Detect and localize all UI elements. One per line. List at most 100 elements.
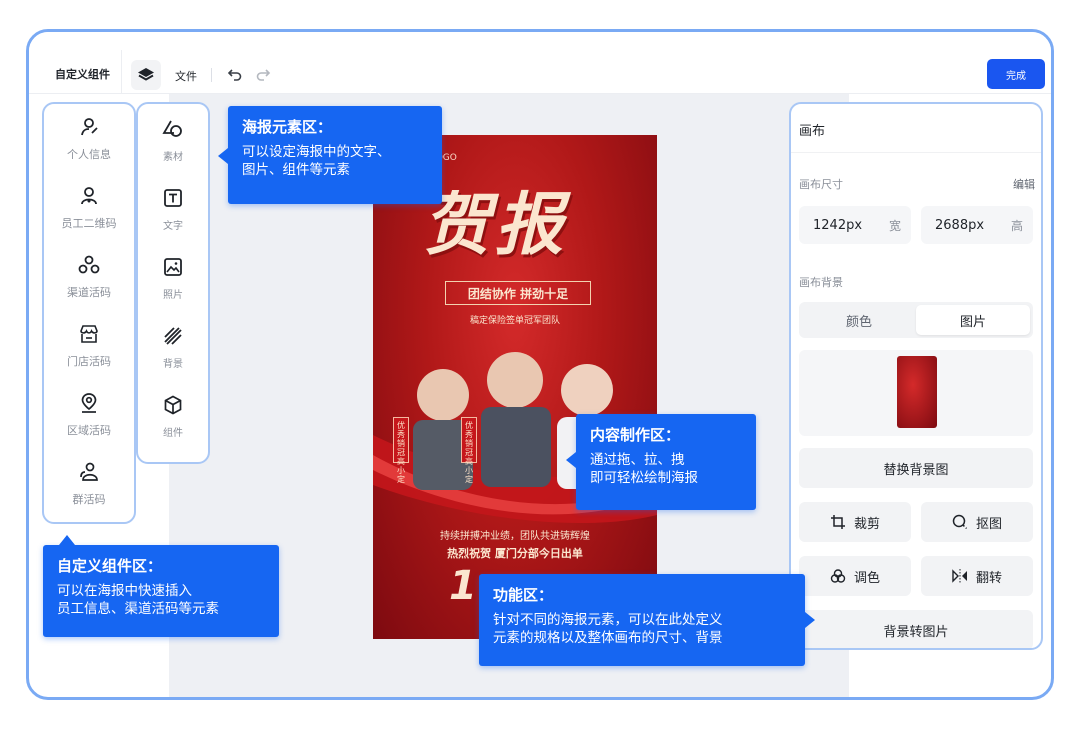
tab-color[interactable]: 颜色 bbox=[802, 305, 916, 335]
channel-icon bbox=[78, 255, 100, 274]
callout-title: 功能区： bbox=[493, 586, 554, 604]
edit-size-link[interactable]: 编辑 bbox=[1013, 176, 1035, 192]
shapes-icon bbox=[162, 120, 182, 137]
cutout-label: 抠图 bbox=[975, 516, 1002, 532]
flip-icon bbox=[952, 569, 967, 583]
height-value: 2688px bbox=[935, 217, 985, 233]
location-pin-icon bbox=[81, 393, 97, 413]
width-value: 1242px bbox=[813, 217, 863, 233]
callout-desc-line: 员工信息、渠道活码等元素 bbox=[57, 601, 219, 617]
component-label: 区域活码 bbox=[67, 424, 111, 437]
app-title: 自定义组件 bbox=[55, 68, 110, 81]
function-panel: 画布 画布尺寸 编辑 1242px 宽 2688px 高 画布背景 颜色 图片 … bbox=[789, 102, 1043, 650]
callout-desc: 通过拖、拉、拽 即可轻松绘制海报 bbox=[590, 451, 742, 487]
layers-button[interactable] bbox=[131, 60, 161, 90]
cutout-icon bbox=[952, 514, 968, 530]
employee-icon bbox=[81, 187, 97, 205]
callout-content-area: 内容制作区： 通过拖、拉、拽 即可轻松绘制海报 bbox=[576, 414, 756, 510]
poster-big-number[interactable]: 1 bbox=[449, 563, 477, 609]
person-icon bbox=[81, 118, 98, 136]
element-item-material[interactable]: 素材 bbox=[138, 118, 208, 163]
panel-divider bbox=[791, 152, 1041, 153]
background-icon bbox=[164, 327, 182, 345]
element-item-text[interactable]: 文字 bbox=[138, 187, 208, 232]
callout-desc-line: 针对不同的海报元素，可以在此处定义 bbox=[493, 612, 723, 628]
flip-button[interactable]: 翻转 bbox=[921, 556, 1033, 596]
cutout-button[interactable]: 抠图 bbox=[921, 502, 1033, 542]
poster-tag-text: 优秀销冠 bbox=[397, 421, 405, 457]
redo-icon[interactable] bbox=[255, 65, 273, 83]
poster-title[interactable]: 贺报 bbox=[423, 169, 567, 268]
tab-image[interactable]: 图片 bbox=[916, 305, 1030, 335]
poster-tag-name: 高小定 bbox=[465, 457, 473, 484]
poster-award-tag: 优秀销冠 高小定 bbox=[461, 417, 477, 484]
callout-desc: 可以在海报中快速插入 员工信息、渠道活码等元素 bbox=[57, 582, 265, 618]
component-item-group-code[interactable]: 群活码 bbox=[44, 461, 134, 507]
layers-icon bbox=[138, 68, 154, 81]
element-item-component[interactable]: 组件 bbox=[138, 394, 208, 439]
callout-desc-line: 通过拖、拉、拽 bbox=[590, 452, 685, 468]
top-toolbar: 自定义组件 文件 完成 bbox=[29, 32, 1051, 94]
component-item-channel-code[interactable]: 渠道活码 bbox=[44, 254, 134, 300]
group-icon bbox=[80, 462, 98, 481]
callout-desc-line: 元素的规格以及整体画布的尺寸、背景 bbox=[493, 630, 723, 646]
canvas-height-field[interactable]: 2688px 高 bbox=[921, 206, 1033, 244]
canvas-bg-label: 画布背景 bbox=[799, 276, 843, 289]
bg-thumbnail[interactable] bbox=[897, 356, 937, 428]
poster-subtitle[interactable]: 稿定保险签单冠军团队 bbox=[373, 313, 657, 326]
color-adjust-icon bbox=[830, 569, 846, 583]
callout-desc-line: 可以设定海报中的文字、 bbox=[242, 144, 391, 160]
callout-poster-elements: 海报元素区： 可以设定海报中的文字、 图片、组件等元素 bbox=[228, 106, 442, 204]
poster-bottom-line[interactable]: 持续拼搏冲业绩，团队共进铸辉煌 bbox=[373, 527, 657, 542]
poster-award-tag: 优秀销冠 高小定 bbox=[393, 417, 409, 484]
component-label: 群活码 bbox=[72, 493, 106, 506]
poster-slogan[interactable]: 团结协作 拼劲十足 bbox=[445, 281, 591, 305]
file-menu[interactable]: 文件 bbox=[175, 68, 197, 84]
component-item-store-code[interactable]: 门店活码 bbox=[44, 323, 134, 369]
toolbar-divider bbox=[121, 50, 122, 94]
callout-desc-line: 即可轻松绘制海报 bbox=[590, 470, 698, 486]
canvas-width-field[interactable]: 1242px 宽 bbox=[799, 206, 911, 244]
bg-thumbnail-area bbox=[799, 350, 1033, 436]
width-unit: 宽 bbox=[888, 218, 901, 233]
poster-elements-panel: 素材 文字 照片 背景 组件 bbox=[136, 102, 210, 464]
element-label: 组件 bbox=[163, 428, 183, 439]
component-item-employee-qr[interactable]: 员工二维码 bbox=[44, 185, 134, 231]
store-icon bbox=[80, 325, 98, 343]
component-label: 渠道活码 bbox=[67, 286, 111, 299]
component-item-personal-info[interactable]: 个人信息 bbox=[44, 116, 134, 162]
component-item-region-code[interactable]: 区域活码 bbox=[44, 392, 134, 438]
crop-icon bbox=[830, 515, 845, 529]
callout-title: 海报元素区： bbox=[242, 118, 333, 136]
element-item-photo[interactable]: 照片 bbox=[138, 256, 208, 301]
callout-desc-line: 可以在海报中快速插入 bbox=[57, 583, 192, 599]
component-label: 个人信息 bbox=[67, 148, 111, 161]
component-label: 员工二维码 bbox=[61, 217, 117, 230]
height-unit: 高 bbox=[1010, 218, 1023, 233]
element-item-background[interactable]: 背景 bbox=[138, 325, 208, 370]
done-button[interactable]: 完成 bbox=[987, 59, 1045, 89]
custom-components-panel: 个人信息 员工二维码 渠道活码 门店活码 区域活码 群活码 bbox=[42, 102, 136, 524]
crop-button[interactable]: 裁剪 bbox=[799, 502, 911, 542]
bg-to-image-button[interactable]: 背景转图片 bbox=[799, 610, 1033, 648]
component-label: 门店活码 bbox=[67, 355, 111, 368]
element-label: 照片 bbox=[163, 290, 183, 301]
cube-icon bbox=[164, 395, 182, 415]
poster-bottom-line[interactable]: 热烈祝贺 厦门分部今日出单 bbox=[373, 545, 657, 561]
element-label: 素材 bbox=[163, 152, 183, 163]
callout-desc: 针对不同的海报元素，可以在此处定义 元素的规格以及整体画布的尺寸、背景 bbox=[493, 611, 791, 647]
adjust-color-button[interactable]: 调色 bbox=[799, 556, 911, 596]
poster-canvas[interactable]: LOGO 贺报 团结协作 拼劲十足 稿定保险签单冠军团队 优秀销冠 高小定 优秀销… bbox=[373, 135, 657, 639]
callout-function-area: 功能区： 针对不同的海报元素，可以在此处定义 元素的规格以及整体画布的尺寸、背景 bbox=[479, 574, 805, 666]
poster-tag-name: 高小定 bbox=[397, 457, 405, 484]
undo-icon[interactable] bbox=[225, 65, 243, 83]
panel-title: 画布 bbox=[799, 124, 826, 139]
callout-pointer bbox=[566, 452, 576, 468]
callout-custom-components: 自定义组件区： 可以在海报中快速插入 员工信息、渠道活码等元素 bbox=[43, 545, 279, 637]
canvas-size-label: 画布尺寸 bbox=[799, 178, 843, 191]
poster-tag-text: 优秀销冠 bbox=[465, 421, 473, 457]
toolbar-separator bbox=[211, 68, 212, 82]
replace-bg-button[interactable]: 替换背景图 bbox=[799, 448, 1033, 488]
callout-desc: 可以设定海报中的文字、 图片、组件等元素 bbox=[242, 143, 428, 179]
callout-pointer bbox=[59, 535, 75, 545]
